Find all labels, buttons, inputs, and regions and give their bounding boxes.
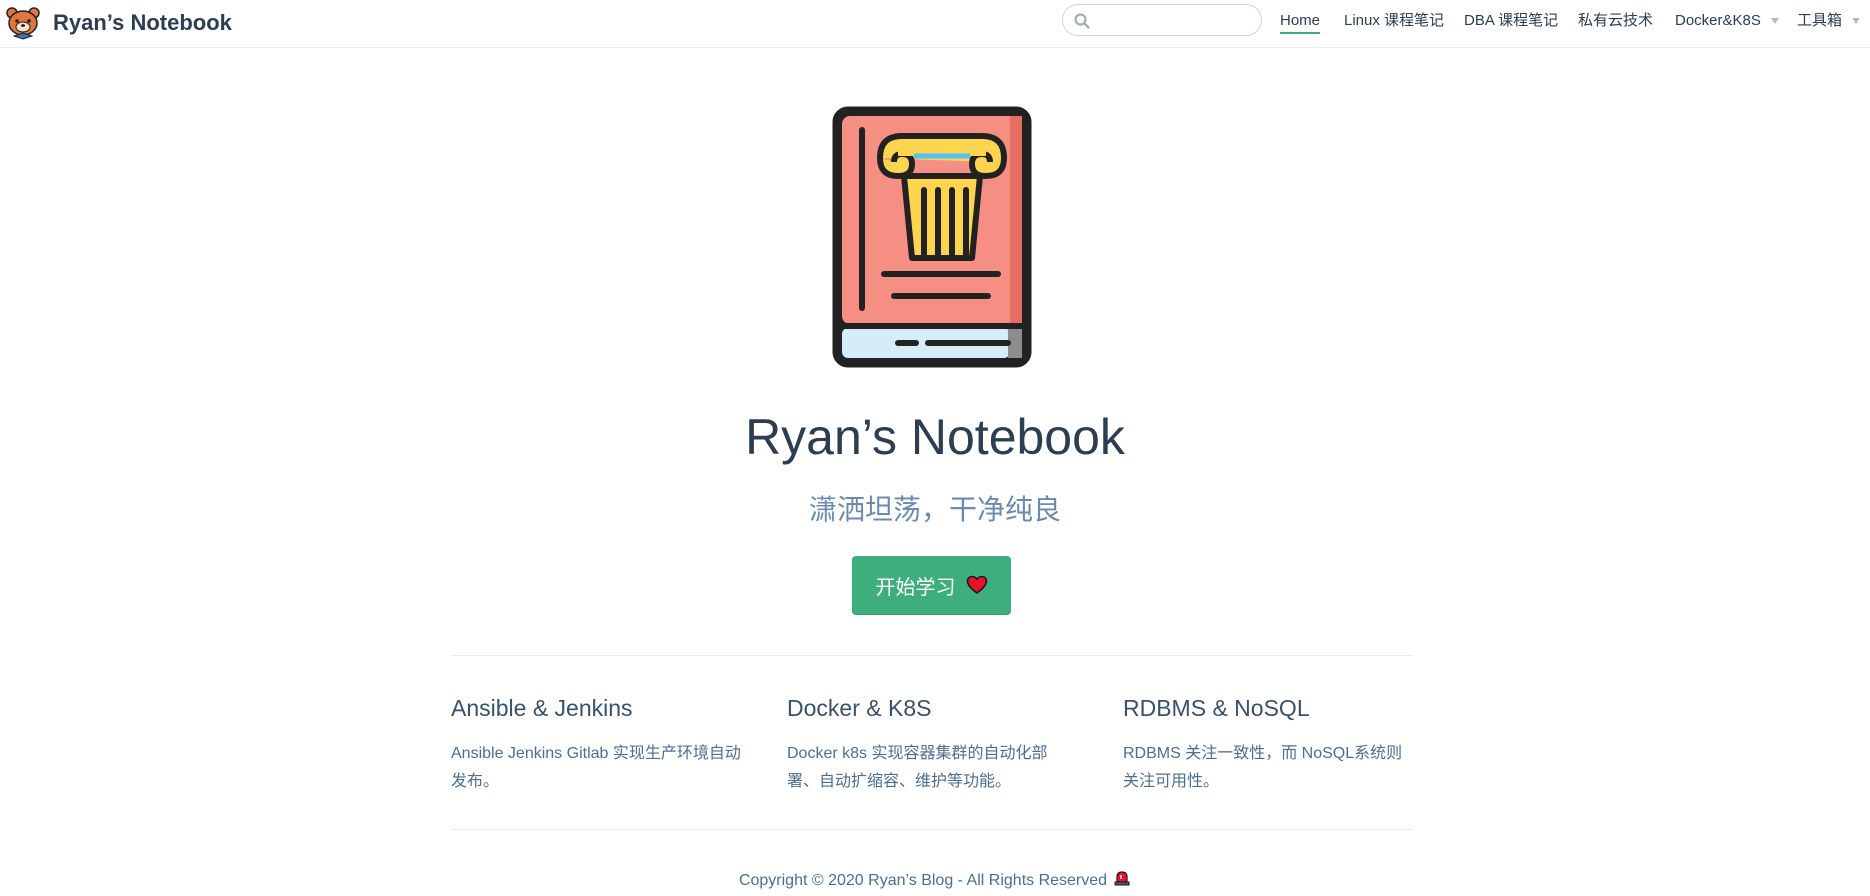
- search-input[interactable]: [1097, 9, 1257, 33]
- feature-details: Ansible Jenkins Gitlab 实现生产环境自动发布。: [451, 745, 741, 790]
- heart-icon: [966, 575, 987, 594]
- search-box[interactable]: [1062, 4, 1262, 36]
- feature-docker-k8s: Docker & K8S Docker k8s 实现容器集群的自动化部署、自动扩…: [787, 690, 1077, 796]
- action-button-label: 开始学习: [875, 576, 956, 599]
- copyright-text: Copyright © 2020 Ryan’s Blog - All Right…: [738, 872, 1108, 889]
- feature-ansible-jenkins: Ansible & Jenkins Ansible Jenkins Gitlab…: [451, 690, 741, 796]
- siren-icon: [1114, 871, 1130, 886]
- caret-down-icon: [1852, 18, 1861, 25]
- feature-title: Ansible & Jenkins: [451, 695, 633, 721]
- nav-dropdown-docker-k8s[interactable]: Docker&K8S: [1675, 10, 1779, 32]
- start-learning-button[interactable]: 开始学习: [852, 556, 1011, 615]
- nav-item-label: DBA 课程笔记: [1464, 12, 1559, 29]
- search-icon: [1074, 13, 1090, 29]
- navbar: Ryan’s Notebook Home Linux 课程笔记 DBA 课程笔记…: [0, 0, 1870, 48]
- features-divider-top: [451, 655, 1413, 656]
- hero-description: 潇洒坦荡，干净纯良: [808, 494, 1061, 525]
- site-title: Ryan’s Notebook: [53, 10, 232, 35]
- book-column-logo-icon: [832, 106, 1032, 368]
- feature-details: Docker k8s 实现容器集群的自动化部署、自动扩缩容、维护等功能。: [787, 745, 1048, 790]
- nav-item-label: 工具箱: [1797, 12, 1843, 29]
- nav-item-label: Linux 课程笔记: [1344, 12, 1445, 29]
- nav-item-linux-notes[interactable]: Linux 课程笔记: [1344, 10, 1444, 32]
- feature-rdbms-nosql: RDBMS & NoSQL RDBMS 关注一致性，而 NoSQL系统则关注可用…: [1123, 690, 1413, 796]
- footer: Copyright © 2020 Ryan’s Blog - All Right…: [0, 869, 1870, 893]
- nav-item-home[interactable]: Home: [1280, 10, 1321, 34]
- nav-item-label: Docker&K8S: [1675, 12, 1761, 29]
- caret-down-icon: [1770, 18, 1779, 25]
- feature-details: RDBMS 关注一致性，而 NoSQL系统则关注可用性。: [1123, 745, 1403, 790]
- bear-logo-icon: [6, 7, 40, 40]
- hero-title: Ryan’s Notebook: [745, 409, 1125, 465]
- feature-title: RDBMS & NoSQL: [1123, 695, 1310, 721]
- nav-item-label: Home: [1280, 12, 1321, 29]
- features-divider-bottom: [451, 829, 1413, 830]
- nav-item-dba-notes[interactable]: DBA 课程笔记: [1464, 10, 1558, 32]
- nav-item-private-cloud[interactable]: 私有云技术: [1578, 10, 1653, 32]
- home-link[interactable]: Ryan’s Notebook: [5, 5, 232, 41]
- nav-item-label: 私有云技术: [1578, 12, 1654, 29]
- nav-dropdown-toolbox[interactable]: 工具箱: [1797, 10, 1861, 32]
- feature-title: Docker & K8S: [787, 695, 932, 721]
